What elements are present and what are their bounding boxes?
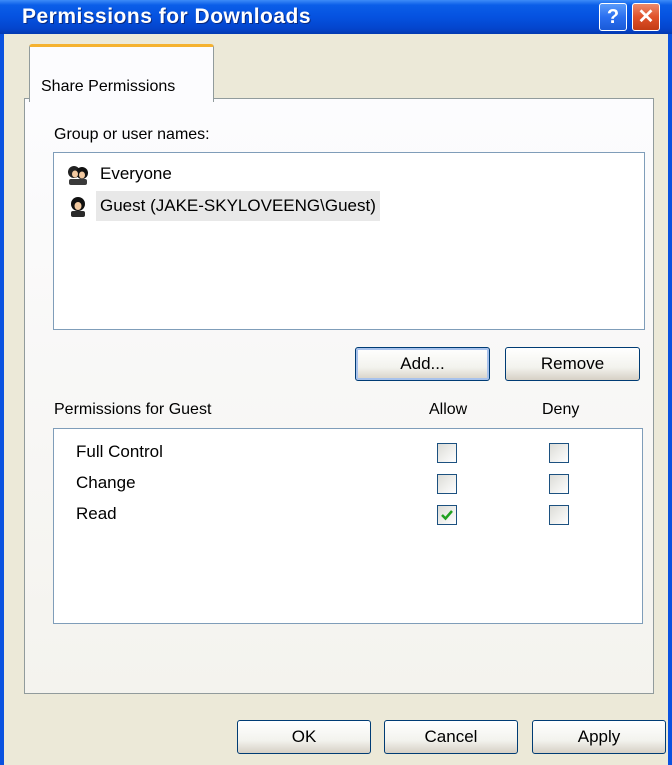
permission-row-read: Read [54,499,642,529]
close-icon: ✕ [637,6,655,28]
user-list[interactable]: Everyone Guest (JAKE-SKYLOVEENG\Guest) [53,152,645,330]
checkmark-icon [441,510,453,521]
allow-read-checkbox[interactable] [437,505,457,525]
deny-change-checkbox[interactable] [549,474,569,494]
permission-label: Change [76,473,136,492]
deny-full-control-checkbox[interactable] [549,443,569,463]
permissions-label: Permissions for Guest [54,401,212,418]
group-users-icon [68,166,88,185]
permission-label: Read [76,504,117,523]
user-icon [71,197,85,217]
help-button[interactable]: ? [599,3,627,31]
allow-change-checkbox[interactable] [437,474,457,494]
permissions-dialog: Permissions for Downloads ? ✕ Share Perm… [0,0,672,765]
group-user-names-label: Group or user names: [54,126,210,143]
deny-read-checkbox[interactable] [549,505,569,525]
add-button[interactable]: Add... [355,347,490,381]
window-title: Permissions for Downloads [22,5,312,28]
remove-button[interactable]: Remove [505,347,640,381]
allow-full-control-checkbox[interactable] [437,443,457,463]
apply-button[interactable]: Apply [532,720,666,754]
permissions-list: Full Control Change Read [53,428,643,624]
permission-row-change: Change [54,468,642,498]
permission-label: Full Control [76,442,163,461]
deny-column-header: Deny [542,401,580,418]
title-bar[interactable]: Permissions for Downloads ? ✕ [0,0,672,34]
ok-button[interactable]: OK [237,720,371,754]
help-icon: ? [606,6,620,28]
allow-column-header: Allow [429,401,468,418]
list-item-label: Everyone [100,164,172,183]
list-item-everyone[interactable]: Everyone [56,159,642,189]
close-button[interactable]: ✕ [632,3,660,31]
tab-label: Share Permissions [41,78,176,95]
list-item-label: Guest (JAKE-SKYLOVEENG\Guest) [96,191,380,221]
list-item-guest[interactable]: Guest (JAKE-SKYLOVEENG\Guest) [56,191,642,221]
cancel-button[interactable]: Cancel [384,720,518,754]
permission-row-full-control: Full Control [54,437,642,467]
tab-share-permissions[interactable]: Share Permissions [29,44,214,102]
